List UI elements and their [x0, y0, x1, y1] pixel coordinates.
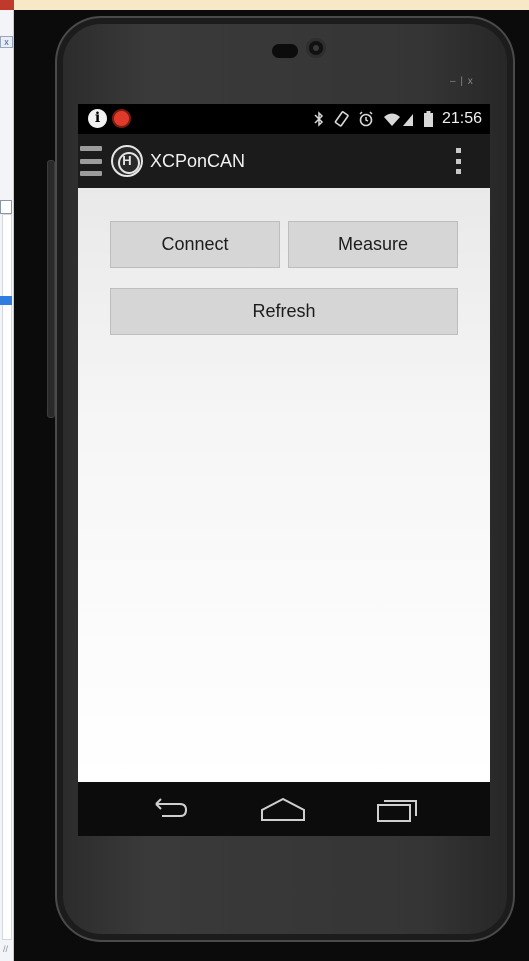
speaker-grille — [272, 44, 298, 58]
front-camera-icon — [306, 38, 326, 58]
status-icons: 21:56 — [314, 110, 482, 128]
app-logo-icon[interactable]: H — [111, 145, 143, 177]
measure-button[interactable]: Measure — [288, 221, 458, 268]
connect-button[interactable]: Connect — [110, 221, 280, 268]
navigation-drawer-icon[interactable] — [80, 146, 102, 176]
recent-apps-icon[interactable] — [374, 794, 420, 824]
refresh-button[interactable]: Refresh — [110, 288, 458, 335]
host-close-icon[interactable]: x — [0, 36, 13, 48]
app-notification-icon — [112, 109, 131, 128]
rotate-icon — [334, 111, 349, 127]
back-icon[interactable] — [146, 794, 192, 824]
status-bar: i 21:56 — [78, 104, 490, 134]
host-input-field[interactable] — [0, 200, 12, 214]
wifi-signal-icon — [383, 113, 413, 126]
phone-side-key[interactable] — [47, 160, 55, 418]
home-icon[interactable] — [260, 794, 306, 824]
info-notification-icon: i — [88, 109, 107, 128]
overflow-menu-icon[interactable] — [456, 148, 462, 174]
emulator-screenshot: x // – | x i 21:56 H XCPonCAN Connect Me… — [0, 0, 529, 961]
host-selected-row[interactable] — [0, 296, 12, 305]
main-content: Connect Measure Refresh — [78, 188, 490, 782]
battery-icon — [423, 111, 433, 127]
alarm-icon — [359, 111, 373, 127]
device-screen: i 21:56 H XCPonCAN Connect Measure Refre… — [78, 104, 490, 836]
bluetooth-icon — [314, 111, 324, 127]
host-window-titlebar — [0, 0, 529, 10]
host-window-accent — [0, 0, 14, 10]
app-logo-glyph: H — [122, 153, 132, 168]
host-list[interactable] — [2, 214, 12, 940]
navigation-bar — [78, 782, 490, 836]
clock-time: 21:56 — [441, 110, 482, 127]
resize-grip-icon[interactable]: // — [3, 944, 12, 954]
action-bar: H XCPonCAN — [78, 134, 490, 188]
app-title: XCPonCAN — [150, 151, 246, 171]
emulator-window-controls[interactable]: – | x — [450, 76, 474, 87]
